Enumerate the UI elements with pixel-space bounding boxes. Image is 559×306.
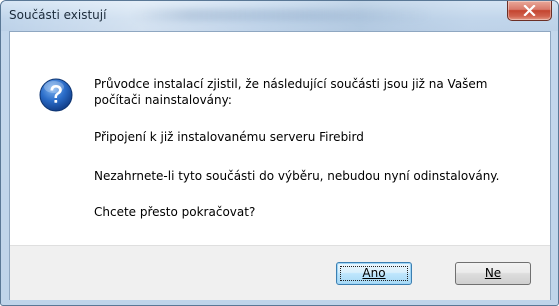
message-area: Průvodce instalací zjistil, že následují… bbox=[10, 32, 550, 245]
close-icon bbox=[523, 5, 536, 16]
no-button-label: Ne bbox=[484, 266, 502, 280]
yes-button-label: Ano bbox=[362, 266, 386, 280]
window-title: Součásti existují bbox=[9, 8, 107, 22]
message-line-1: Průvodce instalací zjistil, že následují… bbox=[94, 77, 488, 91]
message-line-2: počítači nainstalovány: bbox=[94, 93, 232, 107]
no-button[interactable]: Ne bbox=[455, 262, 531, 285]
title-bar[interactable]: Součásti existují bbox=[1, 1, 558, 31]
yes-button[interactable]: Ano bbox=[336, 262, 412, 285]
dialog-window: Součásti existují Průvodce instalací zji… bbox=[0, 0, 559, 306]
close-button[interactable] bbox=[507, 1, 552, 21]
dialog-client-area: Průvodce instalací zjistil, že následují… bbox=[9, 31, 551, 300]
uninstall-note: Nezahrnete-li tyto součásti do výběru, n… bbox=[94, 169, 500, 183]
component-name: Připojení k již instalovanému serveru Fi… bbox=[94, 130, 364, 144]
button-bar: Ano Ne bbox=[10, 245, 550, 300]
question-icon bbox=[39, 78, 73, 112]
title-bar-glass bbox=[131, 9, 431, 21]
confirm-question: Chcete přesto pokračovat? bbox=[94, 205, 256, 219]
